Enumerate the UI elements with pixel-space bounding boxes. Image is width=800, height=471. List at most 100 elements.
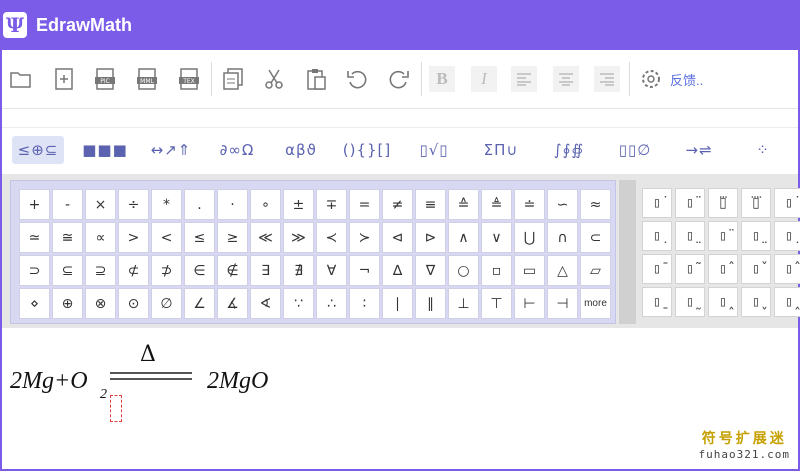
symbol-button[interactable]: ⊂ [580,222,611,253]
symbol-button[interactable]: ⊗ [85,288,116,319]
symbol-button[interactable]: ≃ [19,222,50,253]
export-pic-button[interactable]: PIC [92,66,118,92]
accent-button[interactable]: ▯̃ [675,254,705,284]
symbol-button[interactable]: - [52,189,83,220]
symbol-button[interactable]: ≻ [349,222,380,253]
accent-button[interactable]: ▯̣ [642,221,672,251]
redo-button[interactable] [386,66,412,92]
symbol-button[interactable]: ▭ [514,255,545,286]
accent-button[interactable]: ▯̰ [675,287,705,317]
symbol-button[interactable]: ∶ [349,288,380,319]
symbol-button[interactable]: ∆ [382,255,413,286]
category-fractions-tab[interactable]: ▯√▯ [407,136,461,164]
copy-button[interactable] [220,66,246,92]
symbol-button[interactable]: ≐ [514,189,545,220]
symbol-button[interactable]: ⊥ [448,288,479,319]
symbol-button[interactable]: ∨ [481,222,512,253]
symbol-button[interactable]: ∓ [316,189,347,220]
accent-button[interactable]: ▯̌ [741,254,771,284]
feedback-link[interactable]: 反馈.. [670,70,703,89]
symbol-button[interactable]: △ [547,255,578,286]
symbol-button[interactable]: ▱ [580,255,611,286]
undo-button[interactable] [344,66,370,92]
symbol-button[interactable]: · [217,189,248,220]
symbol-button[interactable]: ⊣ [547,288,578,319]
symbol-button[interactable]: ≈ [580,189,611,220]
category-spaces-tab[interactable]: ■■■ [80,136,130,164]
paste-button[interactable] [303,66,329,92]
new-file-button[interactable] [51,66,77,92]
symbol-button[interactable]: ⊢ [514,288,545,319]
symbol-button[interactable]: ∩ [547,222,578,253]
category-labeled-arrows-tab[interactable]: →⇌ [674,136,724,164]
symbol-button[interactable]: ≥ [217,222,248,253]
symbol-button[interactable]: ⊅ [151,255,182,286]
symbol-button[interactable]: . [184,189,215,220]
align-right-button[interactable] [594,66,620,92]
symbol-button[interactable]: ∧ [448,222,479,253]
accent-button[interactable]: ▯̤ [741,221,771,251]
input-placeholder-box[interactable] [110,395,122,422]
symbol-button[interactable]: = [349,189,380,220]
symbol-button[interactable]: ∇ [415,255,446,286]
bold-button[interactable]: B [429,66,455,92]
symbol-button[interactable]: * [151,189,182,220]
category-greek-tab[interactable]: αβϑ [276,136,326,164]
category-brackets-tab[interactable]: ▯▯∅ [608,136,662,164]
symbol-button[interactable]: ○ [448,255,479,286]
accent-button[interactable]: ▯̂ [774,254,800,284]
symbol-button[interactable]: < [151,222,182,253]
symbol-button[interactable]: ∝ [85,222,116,253]
accent-button[interactable]: ▯̇ [642,188,672,218]
symbol-button[interactable]: ⊃ [19,255,50,286]
symbol-button[interactable]: ∵ [283,288,314,319]
italic-button[interactable]: I [471,66,497,92]
symbol-button[interactable]: ± [283,189,314,220]
accent-button[interactable]: ▯̬ [741,287,771,317]
accent-button[interactable]: ▯̭ [708,287,738,317]
symbol-button[interactable]: ÷ [118,189,149,220]
symbol-button[interactable]: > [118,222,149,253]
accent-button[interactable]: ▯̄ [642,254,672,284]
symbol-button[interactable]: ⋄ [19,288,50,319]
accent-button[interactable]: ▯̂ [708,254,738,284]
symbol-button[interactable]: ∈ [184,255,215,286]
symbol-button[interactable]: ≫ [283,222,314,253]
symbol-button[interactable]: ≜ [481,189,512,220]
symbol-button[interactable]: ⊲ [382,222,413,253]
symbol-button[interactable]: × [85,189,116,220]
accent-button[interactable]: ▯⃛ [708,188,738,218]
equation-editor[interactable]: 2Mg+O 2 Δ 2MgO 符号扩展迷 fuhao321.com [2,330,798,469]
category-matrices-tab[interactable]: ⁘ [746,136,780,164]
symbol-button[interactable]: + [19,189,50,220]
category-fences-tab[interactable]: (){}[] [340,136,394,164]
export-mml-button[interactable]: MML [134,66,160,92]
symbol-button[interactable]: ∠ [184,288,215,319]
symbol-button[interactable]: ≡ [415,189,446,220]
symbol-button[interactable]: ⋃ [514,222,545,253]
accent-button[interactable]: ▯̭ [774,287,800,317]
symbol-button[interactable]: ⊙ [118,288,149,319]
align-left-button[interactable] [511,66,537,92]
category-relations-tab[interactable]: ≤⊕⊆ [12,136,64,164]
symbol-button[interactable]: ≠ [382,189,413,220]
symbol-button[interactable]: ⊕ [52,288,83,319]
symbol-button[interactable]: ≤ [184,222,215,253]
symbol-button[interactable]: ≺ [316,222,347,253]
category-misc-tab[interactable]: ∂∞Ω [212,136,262,164]
symbol-button[interactable]: ∥ [415,288,446,319]
symbol-button[interactable]: ⊇ [85,255,116,286]
symbol-button[interactable]: ∅ [151,288,182,319]
symbol-button[interactable]: ¬ [349,255,380,286]
symbol-button[interactable]: ∀ [316,255,347,286]
align-center-button[interactable] [553,66,579,92]
category-integrals-tab[interactable]: ∫∮∯ [542,136,596,164]
export-tex-button[interactable]: TEX [176,66,202,92]
symbol-button[interactable]: ∘ [250,189,281,220]
symbol-button[interactable]: ≙ [448,189,479,220]
symbol-button[interactable]: ∴ [316,288,347,319]
category-arrows-tab[interactable]: ↔↗⇑ [144,136,198,164]
symbol-button[interactable]: ▫ [481,255,512,286]
accent-button[interactable]: ▯̈ [675,188,705,218]
symbol-button[interactable]: ∡ [217,288,248,319]
